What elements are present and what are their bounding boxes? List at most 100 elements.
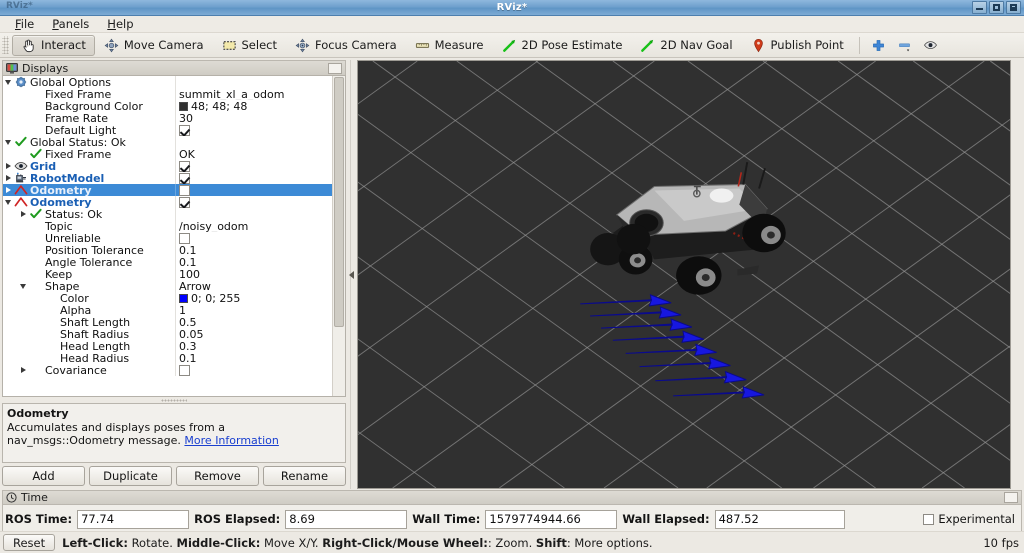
display-tree-row[interactable]: Fixed Frame summit_xl_a_odom — [3, 88, 332, 100]
display-row-value-cell[interactable]: 0; 0; 255 — [175, 292, 332, 304]
maximize-button[interactable] — [989, 1, 1004, 14]
tool-publish-point[interactable]: Publish Point — [742, 35, 853, 56]
display-row-value-cell[interactable] — [175, 196, 332, 208]
tool-focus-camera[interactable]: Focus Camera — [286, 35, 406, 56]
display-tree-row[interactable]: Angle Tolerance 0.1 — [3, 256, 332, 268]
display-tree-row[interactable]: Head Radius 0.1 — [3, 352, 332, 364]
display-row-value-cell[interactable] — [175, 160, 332, 172]
display-row-value-cell[interactable]: 48; 48; 48 — [175, 100, 332, 112]
ros-elapsed-field[interactable]: 8.69 — [285, 509, 408, 529]
collapse-arrow-icon[interactable] — [18, 280, 29, 292]
display-row-value-cell[interactable]: Arrow — [175, 280, 332, 292]
display-tree-row[interactable]: Grid — [3, 160, 332, 172]
display-tree-row[interactable]: Global Status: Ok — [3, 136, 332, 148]
tool-2d-nav-goal[interactable]: 2D Nav Goal — [631, 35, 741, 56]
display-row-value-cell[interactable] — [175, 364, 332, 376]
display-tree-row[interactable]: Global Options — [3, 76, 332, 88]
display-tree-row[interactable]: Frame Rate 30 — [3, 112, 332, 124]
display-enabled-checkbox[interactable] — [179, 184, 190, 196]
tool-properties-button[interactable] — [918, 35, 944, 56]
display-enabled-checkbox[interactable] — [179, 232, 190, 244]
display-tree-row[interactable]: Alpha 1 — [3, 304, 332, 316]
wall-time-field[interactable]: 1579774944.66 — [485, 509, 618, 529]
display-row-value-cell[interactable]: 0.1 — [175, 244, 332, 256]
display-row-value-cell[interactable] — [175, 136, 332, 148]
display-tree-row[interactable]: Shaft Length 0.5 — [3, 316, 332, 328]
time-undock-button[interactable] — [1004, 492, 1018, 503]
display-row-value-cell[interactable]: 0.1 — [175, 256, 332, 268]
scrollbar-thumb[interactable] — [334, 77, 344, 327]
display-row-value-cell[interactable]: 0.3 — [175, 340, 332, 352]
tool-measure[interactable]: Measure — [406, 35, 493, 56]
remove-tool-button[interactable] — [892, 35, 918, 56]
display-enabled-checkbox[interactable] — [179, 124, 190, 136]
menu-panels[interactable]: Panels — [43, 16, 98, 32]
collapse-arrow-icon[interactable] — [3, 136, 14, 148]
display-tree-row[interactable]: Shape Arrow — [3, 280, 332, 292]
experimental-checkbox[interactable] — [923, 513, 935, 525]
display-row-value-cell[interactable] — [175, 124, 332, 136]
displays-tree[interactable]: Global Options Fixed Frame summit_xl_a_odo… — [3, 76, 332, 396]
menu-file[interactable]: File — [6, 16, 43, 32]
display-row-value-cell[interactable] — [175, 184, 332, 196]
ros-time-field[interactable]: 77.74 — [77, 509, 190, 529]
display-enabled-checkbox[interactable] — [179, 364, 190, 376]
expand-arrow-icon[interactable] — [18, 364, 29, 376]
display-row-value-cell[interactable]: summit_xl_a_odom — [175, 88, 332, 100]
display-tree-row[interactable]: Fixed Frame OK — [3, 148, 332, 160]
display-row-value-cell[interactable] — [175, 208, 332, 220]
displays-undock-button[interactable] — [328, 62, 342, 74]
display-row-value-cell[interactable]: 0.5 — [175, 316, 332, 328]
rename-button[interactable]: Rename — [263, 466, 346, 486]
3d-viewport[interactable] — [357, 60, 1011, 489]
display-enabled-checkbox[interactable] — [179, 172, 190, 184]
display-tree-row[interactable]: Covariance — [3, 364, 332, 376]
display-tree-row[interactable]: Position Tolerance 0.1 — [3, 244, 332, 256]
more-information-link[interactable]: More Information — [184, 434, 278, 447]
display-tree-row[interactable]: Default Light — [3, 124, 332, 136]
display-tree-row[interactable]: Background Color 48; 48; 48 — [3, 100, 332, 112]
add-tool-button[interactable] — [866, 35, 892, 56]
display-tree-row[interactable]: RobotModel — [3, 172, 332, 184]
display-tree-row[interactable]: Topic/noisy_odom — [3, 220, 332, 232]
display-enabled-checkbox[interactable] — [179, 196, 190, 208]
minimize-button[interactable] — [972, 1, 987, 14]
reset-button[interactable]: Reset — [3, 534, 56, 551]
display-tree-row[interactable]: Color 0; 0; 255 — [3, 292, 332, 304]
expand-arrow-icon[interactable] — [3, 160, 14, 172]
experimental-toggle[interactable]: Experimental — [923, 512, 1019, 526]
display-tree-row[interactable]: Odometry — [3, 184, 332, 196]
display-row-value-cell[interactable]: 1 — [175, 304, 332, 316]
display-tree-row[interactable]: Status: Ok — [3, 208, 332, 220]
display-row-value-cell[interactable]: 100 — [175, 268, 332, 280]
close-button[interactable] — [1006, 1, 1021, 14]
menu-help[interactable]: Help — [98, 16, 142, 32]
expand-arrow-icon[interactable] — [3, 172, 14, 184]
tool-select[interactable]: Select — [213, 35, 286, 56]
display-row-value-cell[interactable]: 0.05 — [175, 328, 332, 340]
display-tree-row[interactable]: Odometry — [3, 196, 332, 208]
displays-scrollbar[interactable] — [332, 76, 345, 396]
display-tree-row[interactable]: Unreliable — [3, 232, 332, 244]
add-button[interactable]: Add — [2, 466, 85, 486]
color-swatch[interactable] — [179, 293, 188, 303]
tool-move-camera[interactable]: Move Camera — [95, 35, 213, 56]
expand-arrow-icon[interactable] — [3, 184, 14, 196]
display-row-value-cell[interactable] — [175, 76, 332, 88]
toolbar-grip[interactable] — [2, 36, 9, 54]
duplicate-button[interactable]: Duplicate — [89, 466, 172, 486]
display-row-value-cell[interactable] — [175, 172, 332, 184]
display-tree-row[interactable]: Keep 100 — [3, 268, 332, 280]
display-tree-row[interactable]: Shaft Radius 0.05 — [3, 328, 332, 340]
panel-collapse-handle[interactable] — [346, 60, 357, 489]
wall-elapsed-field[interactable]: 487.52 — [714, 509, 845, 529]
collapse-arrow-icon[interactable] — [3, 196, 14, 208]
expand-arrow-icon[interactable] — [18, 208, 29, 220]
display-tree-row[interactable]: Head Length 0.3 — [3, 340, 332, 352]
display-row-value-cell[interactable]: OK — [175, 148, 332, 160]
display-row-value-cell[interactable]: 30 — [175, 112, 332, 124]
collapse-arrow-icon[interactable] — [3, 76, 14, 88]
display-enabled-checkbox[interactable] — [179, 160, 190, 172]
display-row-value-cell[interactable]: /noisy_odom — [175, 220, 332, 232]
tool-interact[interactable]: Interact — [12, 34, 95, 56]
